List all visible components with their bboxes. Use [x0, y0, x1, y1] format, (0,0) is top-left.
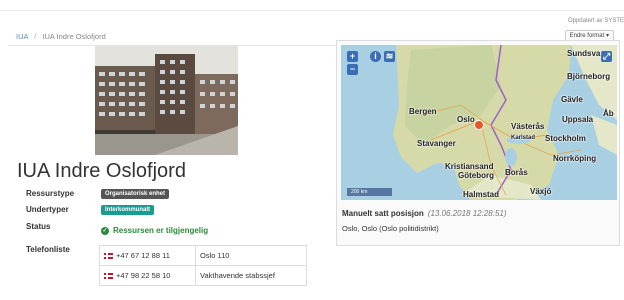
resource-type-label: Ressurstype: [26, 189, 75, 198]
map-scale: 200 km: [347, 188, 392, 196]
location-marker[interactable]: [474, 120, 484, 130]
check-circle-icon: ✓: [101, 226, 109, 235]
map-label-karlstad: Karlstad: [511, 135, 536, 141]
page-title: IUA Indre Oslofjord: [17, 160, 186, 182]
top-divider: [0, 10, 624, 11]
breadcrumb: IUA / IUA Indre Oslofjord: [16, 32, 106, 41]
building-photo-image: [95, 46, 238, 155]
map-label-stavanger: Stavanger: [417, 139, 456, 148]
position-title: Manuelt satt posisjon: [342, 209, 424, 218]
position-heading: Manuelt satt posisjon (13.06.2018 12:28:5…: [342, 209, 507, 218]
status-indicator: ✓ Ressursen er tilgjengelig: [101, 226, 208, 235]
map-label-kristiansand: Kristiansand: [445, 162, 494, 171]
phone-number: +47 98 22 58 10: [116, 271, 171, 280]
map-label-oslo: Oslo: [457, 115, 475, 124]
position-text: Oslo, Oslo (Oslo politidistrikt): [342, 224, 439, 233]
phone-description: Oslo 110: [195, 245, 307, 266]
phone-number-cell[interactable]: +47 67 12 88 11: [99, 245, 196, 266]
breadcrumb-current: IUA Indre Oslofjord: [42, 32, 106, 41]
map-label-stockholm: Stockholm: [545, 134, 586, 143]
map-label-vaxjo: Växjö: [530, 187, 552, 196]
phone-number: +47 67 12 88 11: [116, 251, 170, 260]
map-label-bjorneborg: Björneborg: [567, 72, 611, 81]
map-label-uppsala: Uppsala: [562, 115, 594, 124]
phone-list-label: Telefonliste: [26, 245, 70, 254]
norway-flag-icon: [104, 273, 113, 280]
map-label-goteborg: Göteborg: [458, 171, 494, 180]
breadcrumb-separator: /: [34, 32, 37, 41]
map-label-ab: Åb: [603, 109, 614, 118]
subtype-label: Undertyper: [26, 205, 69, 214]
norway-flag-icon: [104, 253, 113, 260]
table-row: +47 98 22 58 10 Vakthavende stabssjef: [99, 265, 307, 286]
phone-list-table: +47 67 12 88 11 Oslo 110 +47 98 22 58 10…: [99, 245, 307, 286]
phone-description: Vakthavende stabssjef: [195, 265, 307, 286]
map-label-vasteras: Västerås: [511, 122, 545, 131]
map-label-gavle: Gävle: [561, 95, 583, 104]
zoom-out-button[interactable]: −: [347, 64, 358, 75]
subtype-badge: Interkommunalt: [101, 205, 155, 215]
status-label: Status: [26, 222, 51, 231]
breadcrumb-root-link[interactable]: IUA: [16, 32, 28, 41]
fullscreen-icon[interactable]: ⤢: [601, 51, 612, 62]
map-label-sundsvall: Sundsva: [567, 49, 601, 58]
zoom-in-button[interactable]: +: [347, 51, 358, 62]
phone-number-cell[interactable]: +47 98 22 58 10: [99, 265, 196, 286]
resource-photo: [95, 46, 238, 155]
status-text: Ressursen er tilgjengelig: [113, 226, 209, 235]
map-label-bergen: Bergen: [409, 107, 437, 116]
updated-text: Oppdatert av SYSTE: [567, 18, 624, 24]
info-icon[interactable]: i: [370, 51, 381, 62]
map-label-norrkoping: Norrköping: [553, 154, 597, 163]
map-label-boras: Borås: [505, 168, 528, 177]
resource-type-badge: Organisatorisk enhet: [101, 189, 170, 199]
layers-icon[interactable]: ≋: [384, 51, 395, 62]
map-label-halmstad: Halmstad: [463, 190, 500, 199]
map-view[interactable]: + − i ≋ ⤢ Sundsva Björneborg Gävle Berge…: [341, 45, 617, 200]
position-date: (13.06.2018 12:28:51): [427, 209, 507, 218]
table-row: +47 67 12 88 11 Oslo 110: [99, 245, 307, 266]
